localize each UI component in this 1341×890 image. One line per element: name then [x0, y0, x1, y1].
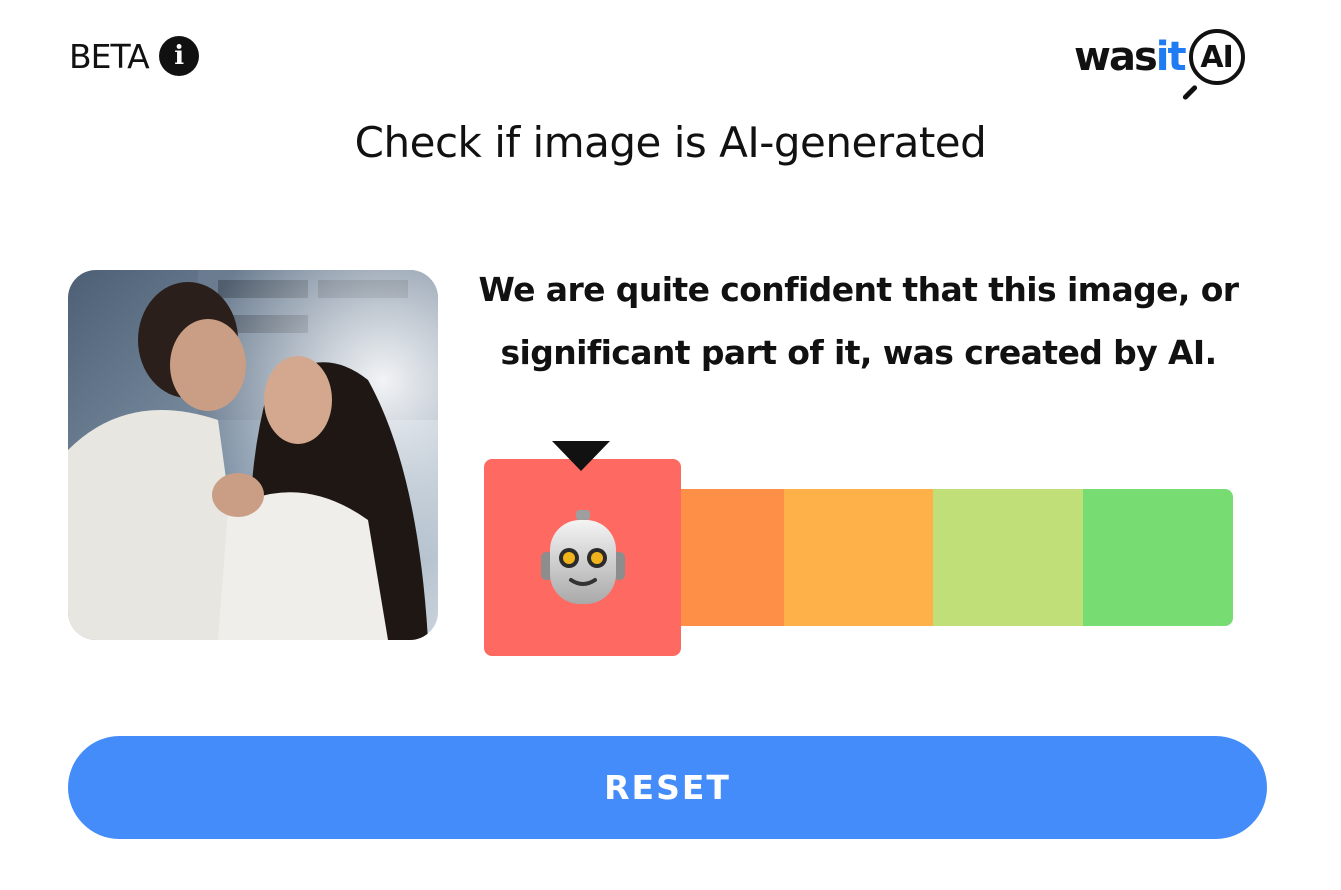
meter-selected-segment	[484, 459, 681, 656]
page-title: Check if image is AI-generated	[354, 118, 987, 167]
reset-button[interactable]: RESET	[68, 736, 1267, 839]
wasitai-logo[interactable]: was it AI	[1074, 22, 1274, 92]
beta-badge: BETA i	[69, 36, 199, 76]
beta-label: BETA	[69, 36, 150, 76]
logo-it: it	[1155, 34, 1187, 80]
info-icon[interactable]: i	[158, 36, 199, 76]
uploaded-image-preview	[68, 270, 438, 640]
robot-face-icon	[540, 509, 625, 604]
meter-segment	[783, 489, 934, 626]
logo-magnifier-icon: AI	[1188, 29, 1245, 85]
verdict-text: We are quite confident that this image, …	[478, 270, 1240, 372]
logo-was: was	[1074, 34, 1158, 80]
meter-pointer-icon	[552, 441, 610, 471]
meter-segment	[933, 489, 1084, 626]
logo-ai: AI	[1200, 39, 1233, 75]
meter-segment	[1083, 489, 1233, 626]
uploaded-image	[68, 270, 438, 640]
